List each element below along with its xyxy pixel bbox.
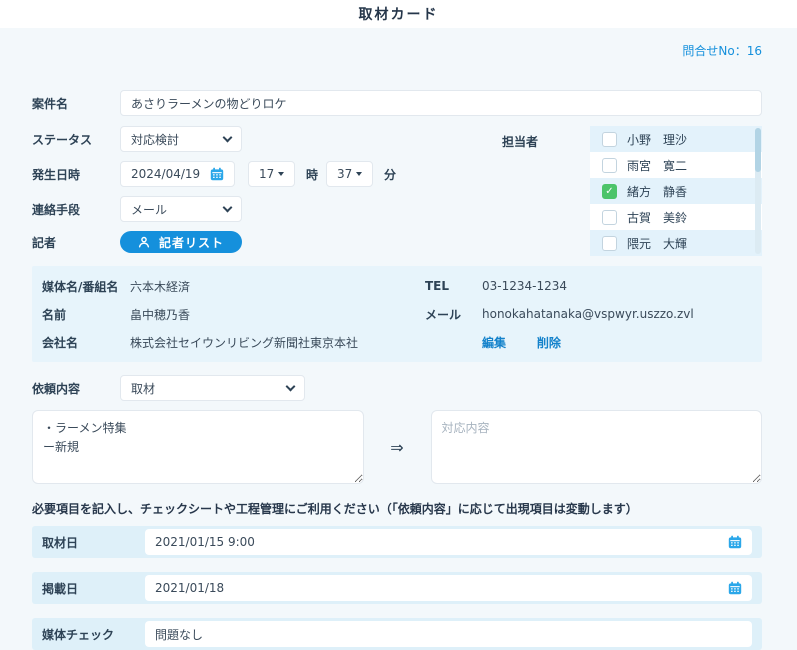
checklist-row: 媒体チェック問題なし xyxy=(32,618,762,650)
assignee-row[interactable]: ✓ 緒方 静香 xyxy=(590,178,762,204)
checklist-row-value: 2021/01/15 9:00 xyxy=(155,535,255,549)
instruction-note: 必要項目を記入し、チェックシートや工程管理にご利用ください（「依頼内容」に応じて… xyxy=(32,500,762,517)
occurrence-row: 発生日時 2024/04/19 xyxy=(32,161,502,187)
checklist-row-value: 問題なし xyxy=(155,626,203,643)
assignee-name: 隈元 大輝 xyxy=(627,235,687,252)
contact-method-row: 連絡手段 メール xyxy=(32,196,502,222)
tel-value: 03-1234-1234 xyxy=(482,279,567,293)
company-name-label: 会社名 xyxy=(42,334,130,351)
minute-unit-label: 分 xyxy=(384,166,396,183)
checkbox-checked-icon[interactable]: ✓ xyxy=(602,184,617,199)
occurrence-label: 発生日時 xyxy=(32,166,120,183)
delete-link[interactable]: 削除 xyxy=(537,336,561,350)
chevron-down-icon xyxy=(223,202,233,212)
checklist-row-label: 取材日 xyxy=(42,534,145,551)
checklist-row-input[interactable]: 2021/01/15 9:00 xyxy=(145,529,752,555)
company-name-value: 株式会社セイウンリビング新聞社東京本社 xyxy=(130,334,425,351)
interview-card-form: 案件名 ステータス 対応検討 発生日時 2024/04/19 xyxy=(0,90,797,650)
caret-down-icon xyxy=(278,172,284,176)
case-name-row: 案件名 xyxy=(32,90,762,116)
assignee-name: 緒方 静香 xyxy=(627,183,687,200)
case-name-input[interactable] xyxy=(120,90,762,116)
hour-value: 17 xyxy=(259,167,274,181)
request-type-row: 依頼内容 取材 xyxy=(32,375,762,401)
checkbox-icon[interactable] xyxy=(602,210,617,225)
assignee-list: 小野 理沙雨宮 寛二 ✓ 緒方 静香古賀 美鈴隈元 大輝 xyxy=(590,126,762,262)
assignees-section: 担当者 小野 理沙雨宮 寛二 ✓ 緒方 静香古賀 美鈴隈元 大輝 xyxy=(502,126,762,262)
calendar-icon[interactable] xyxy=(210,167,224,181)
media-name-label: 媒体名/番組名 xyxy=(42,278,130,295)
assignee-row[interactable]: 小野 理沙 xyxy=(590,126,762,152)
assignee-name: 雨宮 寛二 xyxy=(627,157,687,174)
hour-select[interactable]: 17 xyxy=(248,161,295,187)
mail-value: honokahatanaka@vspwyr.uszzo.zvl xyxy=(482,307,694,321)
checklist-row-input[interactable]: 2021/01/18 xyxy=(145,575,752,601)
assignee-name: 古賀 美鈴 xyxy=(627,209,687,226)
contact-method-value: メール xyxy=(131,201,167,218)
status-label: ステータス xyxy=(32,131,120,148)
page-title: 取材カード xyxy=(359,4,439,24)
reporter-name-label: 名前 xyxy=(42,306,130,323)
reporter-list-button-label: 記者リスト xyxy=(159,234,224,251)
tel-label: TEL xyxy=(425,279,482,293)
scrollbar-thumb[interactable] xyxy=(755,128,761,172)
hour-unit-label: 時 xyxy=(306,166,318,183)
top-bar: 取材カード xyxy=(0,0,797,28)
checklist-row-input[interactable]: 問題なし xyxy=(145,621,752,647)
occurrence-date-picker[interactable]: 2024/04/19 xyxy=(120,161,235,187)
arrow-right-icon: ⇒ xyxy=(364,438,431,457)
reporter-label: 記者 xyxy=(32,234,120,251)
checklist: 取材日 2021/01/15 9:00 掲載日2021/01/18 媒体チェック問題な… xyxy=(32,526,762,650)
edit-link[interactable]: 編集 xyxy=(482,336,506,350)
request-detail-textarea[interactable]: ・ラーメン特集 ー新規 xyxy=(32,410,364,484)
chevron-down-icon xyxy=(223,132,233,142)
reporter-name-value: 畠中穂乃香 xyxy=(130,306,425,323)
contact-method-select[interactable]: メール xyxy=(120,196,242,222)
status-select[interactable]: 対応検討 xyxy=(120,126,242,152)
contact-method-label: 連絡手段 xyxy=(32,201,120,218)
checkbox-icon[interactable] xyxy=(602,236,617,251)
reporter-list-button[interactable]: 記者リスト xyxy=(120,231,242,253)
assignee-name: 小野 理沙 xyxy=(627,131,687,148)
media-name-value: 六本木経済 xyxy=(130,278,425,295)
status-row: ステータス 対応検討 xyxy=(32,126,502,152)
assignee-row[interactable]: 雨宮 寛二 xyxy=(590,152,762,178)
caret-down-icon xyxy=(356,172,362,176)
assignee-row[interactable]: 隈元 大輝 xyxy=(590,230,762,256)
request-type-label: 依頼内容 xyxy=(32,380,120,397)
inquiry-number: 問合せNo：16 xyxy=(682,42,762,59)
reporter-row: 記者 記者リスト xyxy=(32,231,502,253)
case-name-label: 案件名 xyxy=(32,95,120,112)
detail-section: ・ラーメン特集 ー新規 ⇒ xyxy=(32,410,762,484)
minute-select[interactable]: 37 xyxy=(326,161,373,187)
checkbox-icon[interactable] xyxy=(602,132,617,147)
request-type-value: 取材 xyxy=(131,380,155,397)
chevron-down-icon xyxy=(286,381,296,391)
assignees-label: 担当者 xyxy=(502,126,590,262)
checklist-row-label: 掲載日 xyxy=(42,580,145,597)
person-icon xyxy=(138,236,150,248)
assignee-row[interactable]: 古賀 美鈴 xyxy=(590,204,762,230)
request-type-select[interactable]: 取材 xyxy=(120,375,305,401)
response-detail-textarea[interactable] xyxy=(431,410,763,484)
minute-value: 37 xyxy=(337,167,352,181)
status-select-value: 対応検討 xyxy=(131,131,179,148)
checkbox-icon[interactable] xyxy=(602,158,617,173)
mail-label: メール xyxy=(425,306,482,323)
occurrence-date-value: 2024/04/19 xyxy=(131,167,200,181)
checklist-row: 掲載日2021/01/18 xyxy=(32,572,762,604)
checklist-row: 取材日 2021/01/15 9:00 xyxy=(32,526,762,558)
checklist-row-label: 媒体チェック xyxy=(42,626,145,643)
calendar-icon[interactable] xyxy=(728,535,742,549)
reporter-info-card: 媒体名/番組名 六本木経済 TEL 03-1234-1234 名前 畠中穂乃香 … xyxy=(32,266,762,362)
